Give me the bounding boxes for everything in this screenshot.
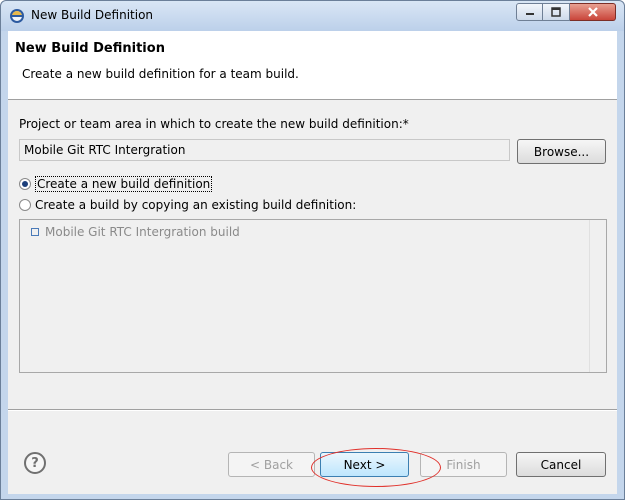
back-button-label: < Back: [249, 457, 293, 472]
minimize-icon: [525, 13, 534, 15]
close-button[interactable]: [570, 3, 616, 21]
next-button-label: Next >: [343, 457, 386, 472]
list-item-label: Mobile Git RTC Intergration build: [45, 225, 240, 239]
title-bar: New Build Definition: [1, 1, 624, 31]
copy-existing-label: Create a build by copying an existing bu…: [35, 198, 357, 212]
project-field[interactable]: Mobile Git RTC Intergration: [19, 139, 510, 161]
eclipse-icon: [10, 9, 24, 23]
list-item[interactable]: Mobile Git RTC Intergration build: [29, 225, 240, 239]
copy-existing-option[interactable]: Create a build by copying an existing bu…: [19, 198, 356, 212]
dialog-window: New Build Definition New Build Definitio…: [0, 0, 625, 500]
wizard-header: New Build Definition Create a new build …: [8, 31, 617, 100]
cancel-button-label: Cancel: [540, 457, 582, 472]
create-new-label: Create a new build definition: [35, 176, 213, 192]
page-description: Create a new build definition for a team…: [22, 67, 299, 81]
browse-button[interactable]: Browse...: [517, 139, 606, 164]
button-bar-separator: [8, 409, 617, 411]
finish-button[interactable]: Finish: [420, 452, 507, 477]
help-icon[interactable]: ?: [24, 452, 46, 474]
copy-existing-radio[interactable]: [19, 199, 31, 211]
back-button[interactable]: < Back: [228, 452, 315, 477]
window-title: New Build Definition: [31, 8, 154, 22]
cancel-button[interactable]: Cancel: [516, 452, 606, 477]
close-icon: [587, 7, 598, 17]
dialog-client-area: New Build Definition Create a new build …: [8, 31, 617, 494]
maximize-button[interactable]: [543, 3, 570, 21]
existing-builds-list[interactable]: Mobile Git RTC Intergration build: [19, 219, 607, 373]
build-definition-icon: [31, 228, 39, 236]
maximize-icon: [551, 7, 561, 17]
create-new-radio[interactable]: [19, 178, 31, 190]
next-button[interactable]: Next >: [320, 452, 409, 477]
project-label: Project or team area in which to create …: [19, 117, 409, 131]
browse-button-label: Browse...: [533, 144, 590, 159]
create-new-option[interactable]: Create a new build definition: [19, 176, 213, 192]
page-title: New Build Definition: [15, 41, 165, 56]
list-scrollbar[interactable]: [589, 220, 606, 372]
minimize-button[interactable]: [516, 3, 543, 21]
finish-button-label: Finish: [446, 457, 481, 472]
